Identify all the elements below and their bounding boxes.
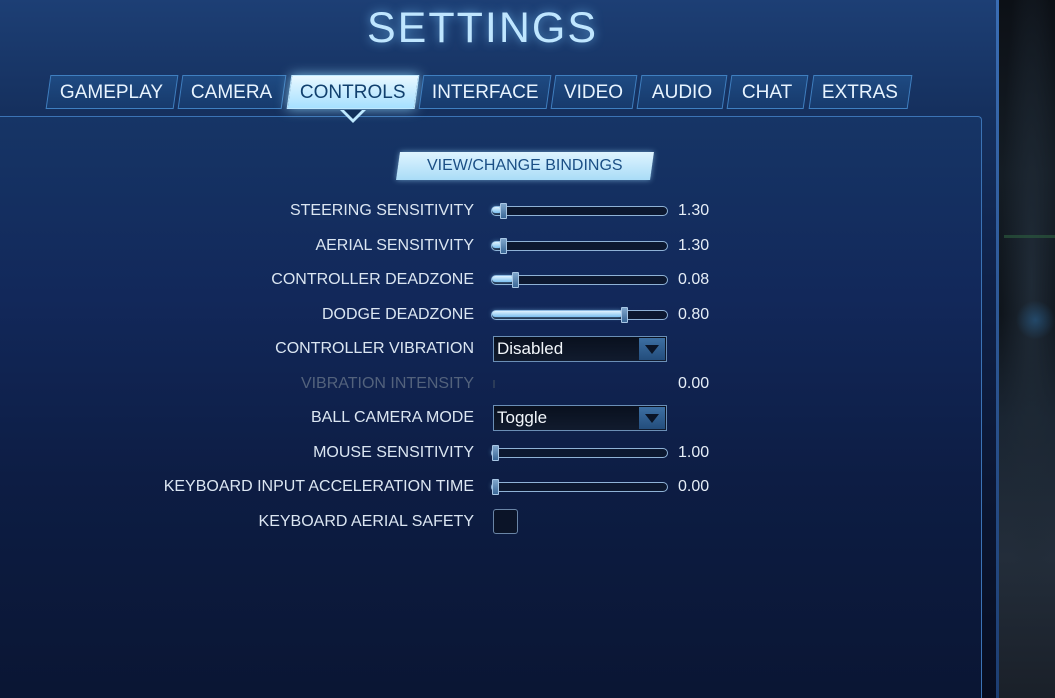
- setting-label: MOUSE SENSITIVITY: [313, 444, 474, 461]
- tab-interface[interactable]: INTERFACE: [418, 75, 552, 109]
- slider-thumb[interactable]: [621, 307, 629, 323]
- setting-value: 0.00: [678, 375, 710, 392]
- tab-controls[interactable]: CONTROLS: [286, 75, 420, 109]
- setting-label: CONTROLLER DEADZONE: [271, 271, 474, 288]
- tab-label: INTERFACE: [431, 82, 539, 103]
- slider-track: [491, 206, 668, 216]
- tab-audio[interactable]: AUDIO: [636, 75, 728, 109]
- setting-row-dodge-deadzone: DODGE DEADZONE 0.80: [0, 300, 981, 330]
- setting-label: AERIAL SENSITIVITY: [315, 237, 474, 254]
- tab-label: AUDIO: [651, 82, 713, 103]
- bindings-button-label: VIEW/CHANGE BINDINGS: [427, 157, 623, 174]
- chevron-down-icon[interactable]: [639, 407, 665, 429]
- steering-sensitivity-slider[interactable]: [491, 203, 668, 219]
- setting-row-keyboard-input-acceleration-time: KEYBOARD INPUT ACCELERATION TIME 0.00: [0, 472, 981, 502]
- tab-label: CONTROLS: [300, 82, 406, 103]
- tab-video[interactable]: VIDEO: [550, 75, 638, 109]
- chevron-down-icon[interactable]: [639, 338, 665, 360]
- mouse-sensitivity-slider[interactable]: [491, 445, 668, 461]
- setting-label: CONTROLLER VIBRATION: [275, 340, 474, 357]
- setting-label: BALL CAMERA MODE: [310, 409, 474, 426]
- slider-fill: [492, 311, 624, 317]
- game-background: [996, 0, 1055, 698]
- ball-camera-mode-dropdown[interactable]: Toggle: [493, 405, 667, 431]
- dodge-deadzone-slider[interactable]: [491, 307, 668, 323]
- setting-value: 0.00: [678, 478, 710, 495]
- setting-row-controller-deadzone: CONTROLLER DEADZONE 0.08: [0, 265, 981, 295]
- slider-track: [491, 241, 668, 251]
- tab-extras[interactable]: EXTRAS: [808, 75, 913, 109]
- slider-thumb[interactable]: [500, 203, 508, 219]
- setting-label: DODGE DEADZONE: [321, 306, 474, 323]
- setting-value: 0.80: [678, 306, 710, 323]
- slider-track: [491, 448, 668, 458]
- setting-label: STEERING SENSITIVITY: [289, 202, 474, 219]
- setting-label: KEYBOARD INPUT ACCELERATION TIME: [163, 478, 474, 495]
- setting-value: 1.00: [678, 444, 710, 461]
- slider-thumb[interactable]: [500, 238, 508, 254]
- tab-label: VIDEO: [564, 82, 624, 103]
- slider-track: [491, 482, 668, 492]
- controller-vibration-dropdown[interactable]: Disabled: [493, 336, 667, 362]
- dropdown-selected-value: Toggle: [497, 408, 548, 427]
- slider-thumb[interactable]: [512, 272, 520, 288]
- setting-row-ball-camera-mode: BALL CAMERA MODE Toggle: [0, 403, 981, 433]
- slider-thumb[interactable]: [492, 445, 499, 461]
- tab-chat[interactable]: CHAT: [726, 75, 809, 109]
- keyboard-aerial-safety-checkbox[interactable]: [493, 509, 518, 534]
- setting-value: 1.30: [678, 237, 710, 254]
- setting-row-aerial-sensitivity: AERIAL SENSITIVITY 1.30: [0, 231, 981, 261]
- tab-camera[interactable]: CAMERA: [177, 75, 287, 109]
- controller-deadzone-slider[interactable]: [491, 272, 668, 288]
- keyboard-input-acceleration-time-slider[interactable]: [491, 479, 668, 495]
- setting-value: 1.30: [678, 202, 710, 219]
- settings-screen: SETTINGS GAMEPLAY CAMERA CONTROLS INTERF…: [0, 0, 1055, 698]
- tab-label: EXTRAS: [822, 82, 899, 103]
- setting-label: KEYBOARD AERIAL SAFETY: [258, 513, 474, 530]
- tab-gameplay[interactable]: GAMEPLAY: [45, 75, 179, 109]
- tab-label: GAMEPLAY: [60, 82, 164, 103]
- slider-thumb[interactable]: [492, 479, 499, 495]
- setting-row-steering-sensitivity: STEERING SENSITIVITY 1.30: [0, 196, 981, 226]
- setting-label: VIBRATION INTENSITY: [300, 375, 474, 392]
- setting-row-keyboard-aerial-safety: KEYBOARD AERIAL SAFETY: [0, 507, 981, 537]
- setting-row-controller-vibration: CONTROLLER VIBRATION Disabled: [0, 334, 981, 364]
- aerial-sensitivity-slider[interactable]: [491, 238, 668, 254]
- page-title: SETTINGS: [366, 4, 599, 52]
- view-change-bindings-button[interactable]: VIEW/CHANGE BINDINGS: [396, 152, 654, 180]
- setting-row-mouse-sensitivity: MOUSE SENSITIVITY 1.00: [0, 438, 981, 468]
- setting-value: 0.08: [678, 271, 710, 288]
- active-tab-indicator-inner: [344, 110, 362, 119]
- vibration-intensity-slider-disabled: [493, 380, 495, 388]
- tab-label: CHAT: [742, 82, 793, 103]
- slider-fill: [492, 276, 515, 282]
- dropdown-selected-value: Disabled: [497, 339, 564, 358]
- setting-row-vibration-intensity: VIBRATION INTENSITY 0.00: [0, 369, 981, 399]
- tab-label: CAMERA: [191, 82, 273, 103]
